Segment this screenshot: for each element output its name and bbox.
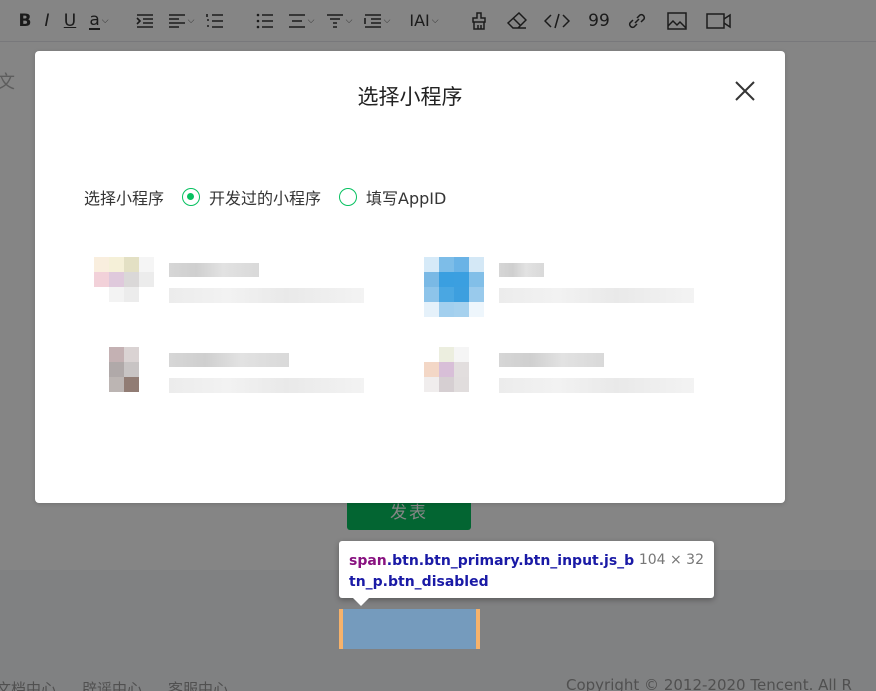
- miniprogram-item[interactable]: [94, 347, 394, 412]
- radio-unchecked-icon[interactable]: [339, 188, 358, 206]
- miniprogram-item[interactable]: [94, 257, 394, 322]
- radio-label-appid: 填写AppID: [366, 189, 447, 208]
- devtools-classes: .btn.btn_primary.btn_input.js_btn_p.btn_…: [349, 553, 635, 590]
- devtools-selector: span.btn.btn_primary.btn_input.js_btn_p.…: [349, 551, 639, 593]
- radio-developed-miniprograms[interactable]: 开发过的小程序: [182, 185, 321, 209]
- devtools-size: 104 × 32: [638, 552, 704, 568]
- miniprogram-avatar: [94, 257, 154, 317]
- miniprogram-name-redacted: [499, 263, 544, 277]
- miniprogram-item[interactable]: [424, 347, 724, 412]
- dialog-title: 选择小程序: [357, 85, 463, 109]
- miniprogram-avatar: [424, 347, 484, 407]
- radio-fill-appid[interactable]: 填写AppID: [339, 185, 446, 209]
- miniprogram-desc-redacted: [499, 378, 694, 393]
- choose-label: 选择小程序: [84, 189, 165, 208]
- select-miniprogram-dialog: 选择小程序 选择小程序 开发过的小程序 填写AppID: [35, 51, 785, 503]
- miniprogram-desc-redacted: [169, 288, 364, 303]
- miniprogram-name-redacted: [169, 263, 259, 277]
- miniprogram-avatar: [94, 347, 154, 407]
- miniprogram-item[interactable]: [424, 257, 724, 322]
- choose-row: 选择小程序 开发过的小程序 填写AppID: [84, 185, 464, 209]
- radio-label-developed: 开发过的小程序: [209, 189, 322, 208]
- miniprogram-name-redacted: [169, 353, 289, 367]
- devtools-tooltip: span.btn.btn_primary.btn_input.js_btn_p.…: [339, 541, 714, 606]
- miniprogram-desc-redacted: [499, 288, 694, 303]
- radio-checked-icon[interactable]: [182, 188, 201, 206]
- close-icon[interactable]: [733, 79, 757, 103]
- devtools-element-highlight: [339, 609, 480, 649]
- tooltip-arrow: [353, 598, 369, 606]
- miniprogram-avatar: [424, 257, 484, 317]
- miniprogram-name-redacted: [499, 353, 604, 367]
- devtools-tag: span: [349, 553, 387, 569]
- miniprogram-desc-redacted: [169, 378, 364, 393]
